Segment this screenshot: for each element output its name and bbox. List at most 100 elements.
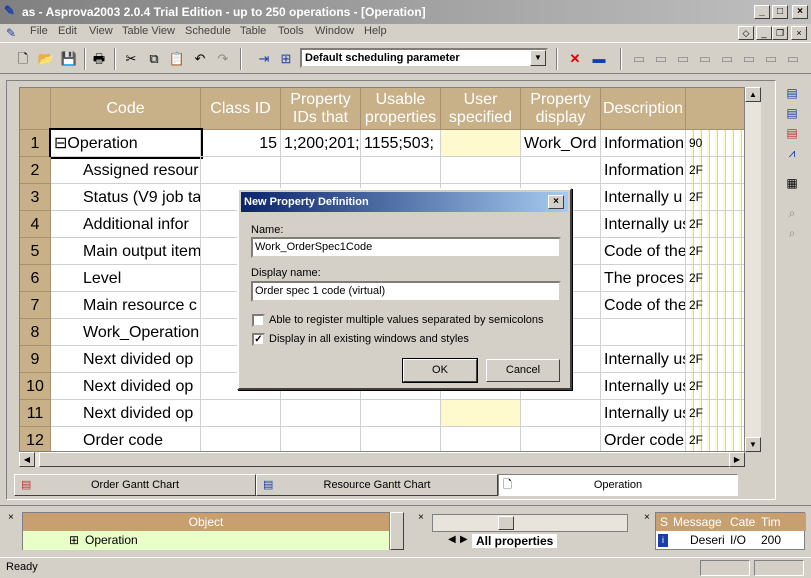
align-bottom-icon[interactable]: ▭ (740, 50, 758, 68)
cell-code[interactable]: Main output item (51, 238, 201, 265)
menu-edit[interactable]: Edit (55, 25, 80, 37)
cell-property-ids[interactable] (281, 400, 361, 427)
cell-property-display[interactable] (521, 400, 601, 427)
cell-code[interactable]: Status (V9 job ta (51, 184, 201, 211)
cell-extra[interactable]: 2F (686, 238, 744, 265)
mdi-minimize-button[interactable]: _ (756, 26, 772, 40)
gantt-icon[interactable]: ▬ (590, 50, 608, 68)
menu-table-view[interactable]: Table View (119, 25, 178, 37)
col-header-code[interactable]: Code (51, 88, 201, 130)
order-icon[interactable]: ▤ (782, 124, 802, 142)
scheduling-parameter-select[interactable]: Default scheduling parameter ▼ (300, 48, 548, 68)
undo-icon[interactable]: ↶ (191, 50, 209, 68)
minimize-button[interactable]: _ (754, 5, 770, 19)
menu-file[interactable]: File (27, 25, 51, 37)
cell-class-id[interactable] (201, 427, 281, 451)
spacing-h-icon[interactable]: ▭ (762, 50, 780, 68)
message-row[interactable]: i Deseri I/O 200 (656, 531, 806, 550)
cell-property-ids[interactable]: 1;200;201; (281, 130, 361, 157)
mdi-restore-button[interactable]: ❐ (772, 26, 788, 40)
cell-extra[interactable]: 2F (686, 400, 744, 427)
new-icon[interactable]: 🗋 (14, 50, 32, 68)
multiple-values-checkbox[interactable] (252, 314, 265, 327)
scroll-left-icon[interactable]: ◀ (19, 452, 35, 467)
chevron-down-icon[interactable]: ▼ (530, 50, 546, 66)
cell-description[interactable]: Internally us A (601, 211, 686, 238)
cell-extra[interactable]: 2F (686, 292, 744, 319)
object-panel-scrollbar[interactable] (390, 512, 404, 550)
cell-property-ids[interactable] (281, 157, 361, 184)
cell-user-specified[interactable] (441, 157, 521, 184)
display-all-checkbox[interactable]: ✓ (252, 333, 265, 346)
cell-class-id[interactable]: 15 (201, 130, 281, 157)
cell-code[interactable]: Level (51, 265, 201, 292)
row-header[interactable]: 5 (20, 238, 51, 265)
cell-user-specified[interactable] (441, 427, 521, 451)
delete-icon[interactable]: ✕ (566, 50, 584, 68)
scroll-right-icon[interactable]: ▶ (729, 452, 745, 467)
cell-description[interactable]: Internally us N (601, 400, 686, 427)
close-icon[interactable]: × (8, 512, 14, 523)
align-middle-icon[interactable]: ▭ (718, 50, 736, 68)
open-icon[interactable]: 📂 (37, 50, 55, 68)
cell-description[interactable]: The proces L (601, 265, 686, 292)
row-header[interactable]: 11 (20, 400, 51, 427)
cell-description[interactable]: Internally u S (601, 184, 686, 211)
resource-icon[interactable]: ▤ (782, 104, 802, 122)
spacing-v-icon[interactable]: ▭ (784, 50, 802, 68)
cell-code[interactable]: Order code (51, 427, 201, 451)
close-icon[interactable]: × (644, 512, 650, 523)
save-icon[interactable]: 💾 (60, 50, 78, 68)
menu-help[interactable]: Help (361, 25, 390, 37)
cell-usable-properties[interactable]: 1155;503; (361, 130, 441, 157)
cell-class-id[interactable] (201, 400, 281, 427)
col-header-description[interactable]: Description (601, 88, 686, 130)
scroll-thumb[interactable] (39, 452, 739, 467)
tab-order-gantt[interactable]: ▤ Order Gantt Chart (14, 474, 256, 496)
cell-description[interactable] (601, 319, 686, 346)
copy-icon[interactable]: ⧉ (145, 50, 163, 68)
scroll-thumb[interactable] (498, 516, 514, 530)
mdi-close-button[interactable]: × (791, 26, 807, 40)
cell-extra[interactable]: 2F (686, 184, 744, 211)
cancel-button[interactable]: Cancel (486, 359, 560, 382)
cell-extra[interactable]: 2F (686, 346, 744, 373)
zoom-out-icon[interactable]: ⌕ (782, 204, 802, 222)
tab-resource-gantt[interactable]: ▤ Resource Gantt Chart (256, 474, 498, 496)
row-header[interactable]: 12 (20, 427, 51, 451)
cell-code[interactable]: Work_Operation (51, 319, 201, 346)
row-header[interactable]: 9 (20, 346, 51, 373)
scroll-down-icon[interactable]: ▼ (745, 437, 761, 452)
cell-description[interactable]: Information A (601, 157, 686, 184)
align-right-icon[interactable]: ▭ (674, 50, 692, 68)
cell-extra[interactable]: 2F (686, 211, 744, 238)
ok-button[interactable]: OK (402, 358, 478, 383)
menu-view[interactable]: View (86, 25, 116, 37)
row-header[interactable]: 2 (20, 157, 51, 184)
cell-usable-properties[interactable] (361, 157, 441, 184)
cell-usable-properties[interactable] (361, 427, 441, 451)
vertical-scrollbar[interactable]: ▲ ▼ (745, 87, 761, 452)
table-icon[interactable]: ▦ (782, 174, 802, 192)
menu-table[interactable]: Table (237, 25, 269, 37)
cell-extra[interactable]: 90 (686, 130, 744, 157)
cell-property-display[interactable] (521, 427, 601, 451)
cell-property-ids[interactable] (281, 427, 361, 451)
tab-operation[interactable]: 🗋 Operation (498, 474, 738, 496)
cell-code[interactable]: Next divided op (51, 373, 201, 400)
cell-code[interactable]: Next divided op (51, 400, 201, 427)
mdi-icon-button[interactable]: ◇ (738, 26, 754, 40)
corner-header[interactable] (20, 88, 51, 130)
dialog-close-button[interactable]: × (548, 195, 564, 209)
col-header-property-ids[interactable]: Property IDs that (281, 88, 361, 130)
col-header-extra[interactable] (686, 88, 744, 130)
maximize-button[interactable]: □ (772, 5, 788, 19)
object-item[interactable]: ⊞ Operation (23, 531, 389, 550)
cell-code[interactable]: Additional infor (51, 211, 201, 238)
cell-usable-properties[interactable] (361, 400, 441, 427)
cell-extra[interactable]: 2F (686, 427, 744, 451)
zoom-in-icon[interactable]: ⌕ (782, 224, 802, 242)
col-header-class-id[interactable]: Class ID (201, 88, 281, 130)
schedule-icon[interactable]: ⊞ (277, 50, 295, 68)
menu-tools[interactable]: Tools (275, 25, 307, 37)
